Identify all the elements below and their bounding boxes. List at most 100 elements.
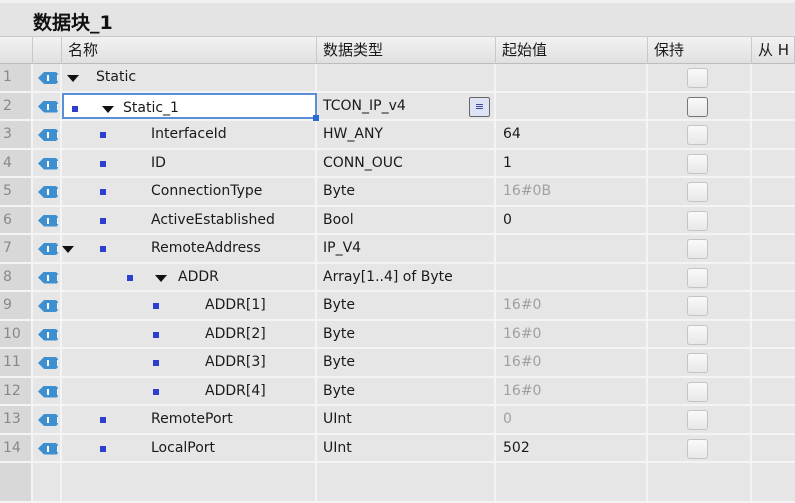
header-retain[interactable]: 保持: [648, 37, 752, 64]
start-value-cell[interactable]: 16#0: [496, 320, 648, 347]
name-cell[interactable]: RemotePort: [62, 406, 317, 433]
expand-triangle-icon[interactable]: [62, 246, 74, 253]
data-type-cell[interactable]: Array[1..4] of Byte: [317, 263, 496, 290]
name-cell[interactable]: ADDR[4]: [62, 377, 317, 404]
row-icon-cell: [33, 149, 62, 176]
start-value-cell[interactable]: 1: [496, 149, 648, 176]
header-type[interactable]: 数据类型: [317, 37, 496, 64]
name-cell[interactable]: ConnectionType: [62, 178, 317, 205]
start-value-cell[interactable]: 16#0: [496, 292, 648, 319]
name-cell[interactable]: RemoteAddress: [62, 235, 317, 262]
start-value-cell[interactable]: 16#0: [496, 377, 648, 404]
retain-checkbox[interactable]: [687, 438, 708, 459]
table-row[interactable]: 1 Static: [0, 64, 795, 93]
retain-cell: [648, 434, 752, 461]
row-icon-cell: [33, 64, 62, 91]
start-value-cell[interactable]: 0: [496, 206, 648, 233]
start-value-cell[interactable]: 16#0B: [496, 178, 648, 205]
data-type-text: UInt: [323, 411, 352, 427]
data-type-cell[interactable]: TCON_IP_v4 ≡: [317, 92, 496, 119]
expand-triangle-icon[interactable]: [102, 105, 114, 113]
name-text: ADDR: [178, 268, 219, 285]
retain-checkbox[interactable]: [687, 125, 708, 145]
data-type-cell[interactable]: UInt: [317, 406, 496, 433]
retain-cell: [648, 292, 752, 319]
header-from-hmi[interactable]: 从 H: [752, 37, 795, 64]
data-type-cell[interactable]: CONN_OUC: [317, 149, 496, 176]
header-start-value[interactable]: 起始值: [496, 37, 648, 64]
data-type-cell[interactable]: Byte: [317, 320, 496, 347]
retain-checkbox[interactable]: [687, 353, 708, 373]
data-type-text: HW_ANY: [323, 126, 383, 142]
list-icon[interactable]: ≡: [469, 96, 490, 117]
retain-checkbox[interactable]: [687, 267, 708, 288]
data-type-cell[interactable]: IP_V4: [317, 235, 496, 262]
interface-tag-icon: [38, 300, 58, 312]
name-cell[interactable]: Static_1: [62, 92, 319, 121]
data-type-cell[interactable]: Byte: [317, 377, 496, 404]
start-value-cell[interactable]: 0: [496, 406, 648, 433]
data-type-cell[interactable]: UInt: [317, 434, 496, 461]
data-type-cell[interactable]: Byte: [317, 349, 496, 376]
retain-checkbox[interactable]: [687, 381, 708, 402]
name-cell[interactable]: ADDR[1]: [62, 292, 317, 319]
bullet-icon: [153, 303, 159, 309]
interface-tag-icon: [38, 214, 58, 227]
bullet-icon: [153, 388, 159, 395]
name-cell[interactable]: ADDR: [62, 263, 317, 290]
data-type-text: UInt: [323, 439, 352, 456]
table-row[interactable]: 6 ActiveEstablished Bool 0: [0, 206, 795, 235]
start-value-cell[interactable]: [496, 64, 648, 91]
row-icon-cell: [33, 235, 62, 262]
retain-checkbox[interactable]: [687, 153, 708, 174]
expand-triangle-icon[interactable]: [67, 75, 79, 82]
table-row[interactable]: 5 ConnectionType Byte 16#0B: [0, 178, 795, 207]
start-value-cell[interactable]: 64: [496, 121, 648, 148]
start-value-cell[interactable]: [496, 235, 648, 262]
data-type-cell[interactable]: HW_ANY: [317, 121, 496, 148]
retain-checkbox[interactable]: [687, 296, 708, 316]
data-type-cell[interactable]: Bool: [317, 206, 496, 233]
table-row[interactable]: 2 Static_1 TCON_IP_v4 ≡: [0, 92, 795, 121]
data-type-cell[interactable]: Byte: [317, 292, 496, 319]
start-value-cell[interactable]: 502: [496, 434, 648, 461]
retain-checkbox[interactable]: [687, 410, 708, 430]
retain-checkbox[interactable]: [687, 182, 708, 202]
bullet-icon: [100, 246, 106, 252]
start-value-cell[interactable]: [496, 263, 648, 290]
table-row[interactable]: 4 ID CONN_OUC 1: [0, 149, 795, 178]
table-row[interactable]: 8 ADDR Array[1..4] of Byte: [0, 263, 795, 292]
header-name[interactable]: 名称: [62, 37, 317, 64]
table-row[interactable]: 14 LocalPort UInt 502: [0, 434, 795, 463]
name-cell[interactable]: Static: [62, 64, 317, 91]
name-cell[interactable]: ADDR[2]: [62, 320, 317, 347]
name-cell[interactable]: ID: [62, 149, 317, 176]
table-row[interactable]: 10 ADDR[2] Byte 16#0: [0, 320, 795, 349]
table-row[interactable]: 13 RemotePort UInt 0: [0, 406, 795, 435]
name-cell[interactable]: ADDR[3]: [62, 349, 317, 376]
row-number: 7: [0, 235, 33, 262]
expand-triangle-icon[interactable]: [155, 274, 167, 282]
table-row[interactable]: 7 RemoteAddress IP_V4: [0, 235, 795, 264]
retain-cell: [648, 92, 752, 119]
table-row[interactable]: 11 ADDR[3] Byte 16#0: [0, 349, 795, 378]
bullet-icon: [153, 360, 159, 366]
start-value-cell[interactable]: 16#0: [496, 349, 648, 376]
table-row[interactable]: 12 ADDR[4] Byte 16#0: [0, 377, 795, 406]
row-number: 12: [0, 377, 33, 404]
start-value-cell[interactable]: [496, 92, 648, 119]
data-type-cell[interactable]: Byte: [317, 178, 496, 205]
from-hmi-cell: [752, 150, 795, 177]
retain-checkbox[interactable]: [687, 239, 708, 259]
retain-checkbox[interactable]: [687, 210, 708, 231]
retain-checkbox[interactable]: [687, 96, 708, 117]
table-row[interactable]: 9 ADDR[1] Byte 16#0: [0, 292, 795, 321]
name-cell[interactable]: LocalPort: [62, 434, 317, 461]
name-cell[interactable]: InterfaceId: [62, 121, 317, 148]
header-icon: [33, 37, 62, 64]
name-cell[interactable]: ActiveEstablished: [62, 206, 317, 233]
data-type-cell[interactable]: [317, 64, 496, 91]
retain-checkbox[interactable]: [687, 324, 708, 345]
retain-checkbox[interactable]: [687, 68, 708, 88]
table-row[interactable]: 3 InterfaceId HW_ANY 64: [0, 121, 795, 150]
